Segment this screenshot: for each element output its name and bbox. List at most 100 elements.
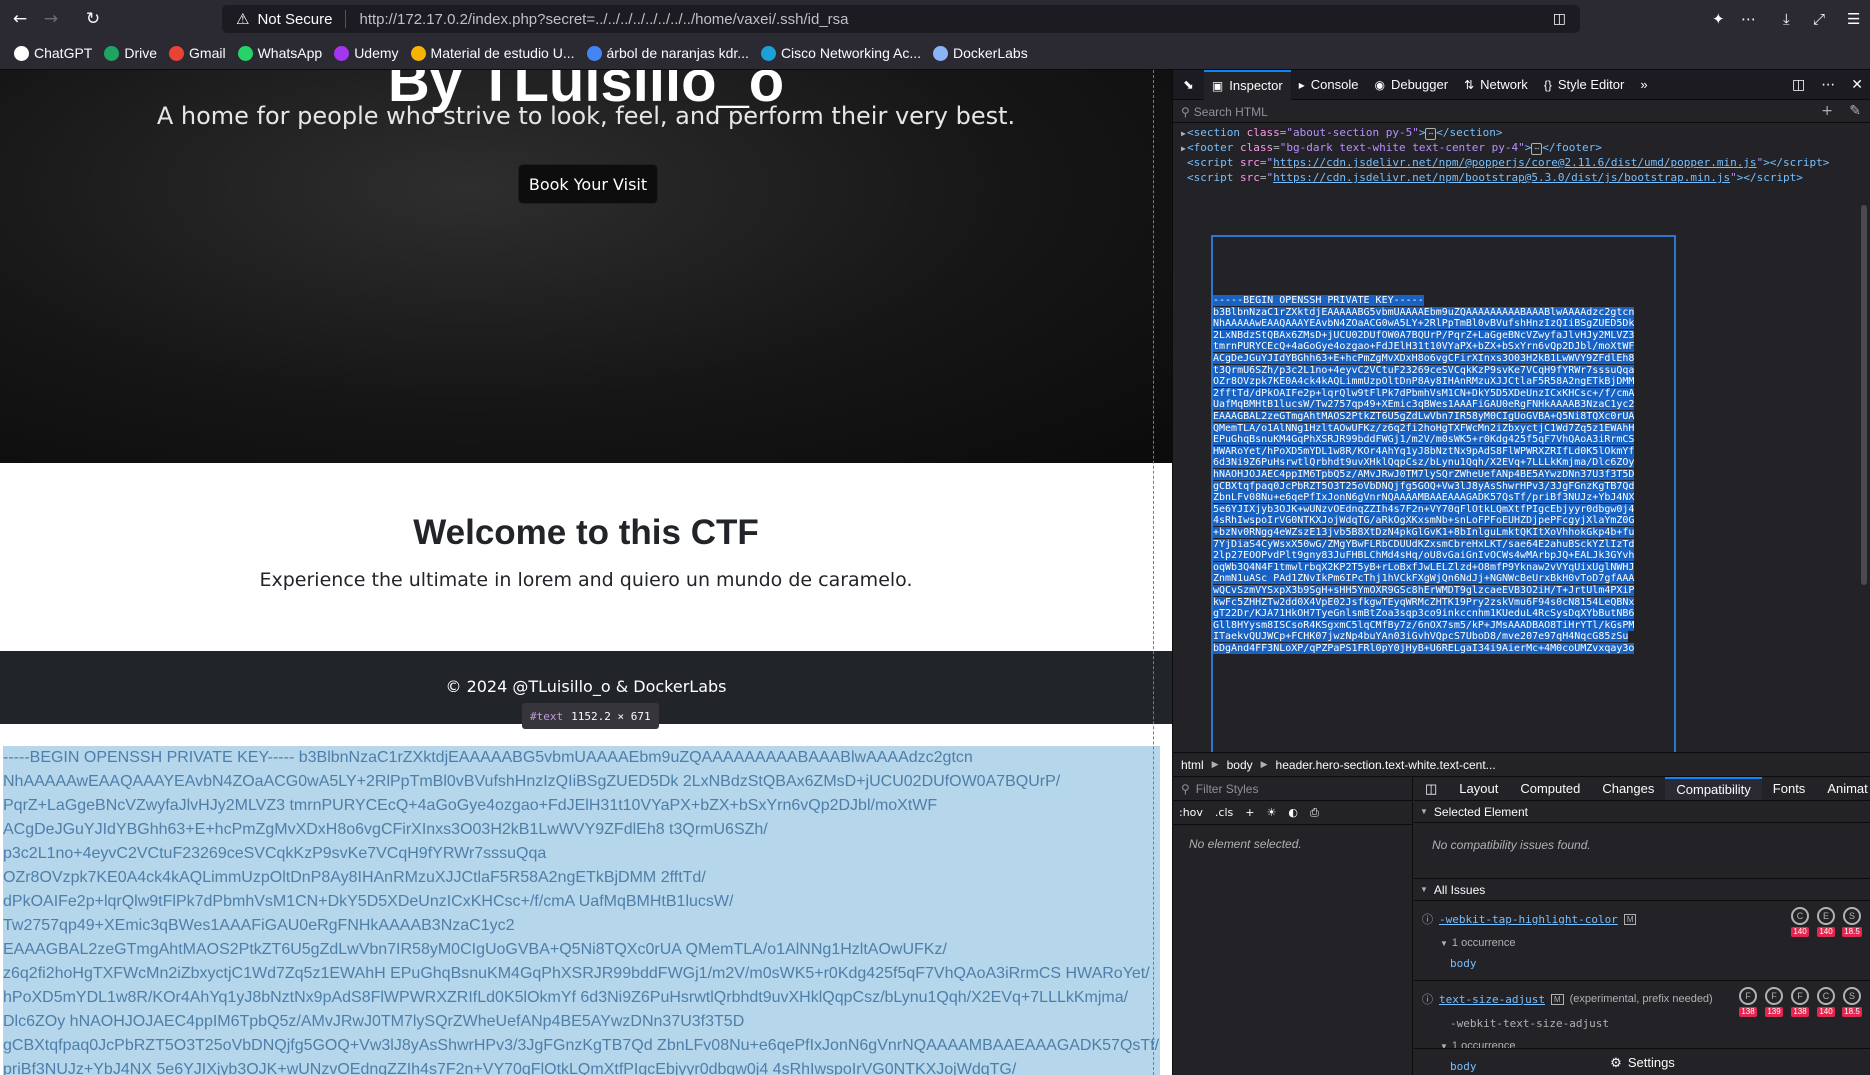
issue-property-link[interactable]: text-size-adjust xyxy=(1439,993,1545,1006)
html-search-bar[interactable]: ⚲ Search HTML + ✎ xyxy=(1173,101,1870,123)
selected-element-title: Selected Element xyxy=(1433,804,1528,819)
bookmark-item[interactable]: WhatsApp xyxy=(237,45,323,61)
settings-button[interactable]: ⚙ Settings xyxy=(1414,1048,1870,1075)
browser-support-item[interactable]: E 140 xyxy=(1815,907,1837,937)
book-visit-button[interactable]: Book Your Visit xyxy=(518,164,658,204)
back-button[interactable]: ← xyxy=(6,5,34,33)
markup-row-footer[interactable]: ▶<footer class="bg-dark text-white text-… xyxy=(1173,141,1859,156)
welcome-subtitle: Experience the ultimate in lorem and qui… xyxy=(259,569,913,591)
all-issues-header[interactable]: ▼ All Issues xyxy=(1414,879,1870,901)
dark-scheme-icon[interactable]: ◐ xyxy=(1288,806,1298,819)
dock-icon[interactable]: ◫ xyxy=(1792,77,1805,93)
issue-note: (experimental, prefix needed) xyxy=(1569,993,1713,1005)
breadcrumb-item[interactable]: html xyxy=(1173,758,1212,772)
devtools-menu-icon[interactable]: ⋯ xyxy=(1821,77,1835,93)
breadcrumb-item[interactable]: body xyxy=(1219,758,1261,772)
address-bar[interactable]: ⚠ Not Secure http://172.17.0.2/index.php… xyxy=(222,5,1580,33)
style-editor-icon: {} xyxy=(1543,77,1552,92)
hero-section: By TLuisillo_o A home for people who str… xyxy=(0,70,1172,463)
popper-script-link[interactable]: https://cdn.jsdelivr.net/npm/@popperjs/c… xyxy=(1273,156,1756,169)
toggle-panel-icon[interactable]: ◫ xyxy=(1414,777,1448,800)
browser-support-item[interactable]: F 138 xyxy=(1789,987,1811,1017)
print-media-icon[interactable]: ⎙ xyxy=(1310,806,1319,820)
app-menu-icon[interactable]: ☰ xyxy=(1847,0,1860,37)
bookmark-item[interactable]: Cisco Networking Ac... xyxy=(760,45,921,61)
tab-debugger[interactable]: ◉ Debugger xyxy=(1366,70,1456,100)
private-key-text[interactable]: -----BEGIN OPENSSH PRIVATE KEY----- b3Bl… xyxy=(3,746,1168,1075)
bookmark-item[interactable]: Material de estudio U... xyxy=(410,45,575,61)
bookmark-label: DockerLabs xyxy=(953,45,1028,61)
cisco-icon xyxy=(760,45,776,61)
eyedropper-icon[interactable]: ✎ xyxy=(1849,103,1861,119)
tab-fonts[interactable]: Fonts xyxy=(1762,777,1817,800)
add-rule-icon[interactable]: + xyxy=(1245,806,1254,819)
extensions-icon[interactable]: ✦ xyxy=(1712,0,1725,37)
bookmark-item[interactable]: DockerLabs xyxy=(933,45,1028,61)
mdn-link-icon[interactable]: M xyxy=(1623,913,1637,925)
url-text[interactable]: http://172.17.0.2/index.php?secret=../..… xyxy=(360,11,849,28)
add-node-icon[interactable]: + xyxy=(1821,103,1833,119)
expand-triangle-icon[interactable]: ▶ xyxy=(1173,129,1187,138)
tab-style-editor[interactable]: {} Style Editor xyxy=(1536,70,1633,100)
selected-text-node[interactable]: -----BEGIN OPENSSH PRIVATE KEY----- b3Blb… xyxy=(1211,235,1676,752)
menu-dots-icon[interactable]: ⋯ xyxy=(1741,0,1756,37)
text-node-line: t3QrmU6SZh/p3c2L1no+4eyvC2VCtuF23269ceSV… xyxy=(1213,364,1674,377)
mdn-link-icon[interactable]: M xyxy=(1550,993,1564,1005)
search-html-input[interactable]: Search HTML xyxy=(1194,105,1268,119)
tab-changes[interactable]: Changes xyxy=(1591,777,1665,800)
downloads-icon[interactable]: ⤓ xyxy=(1783,0,1790,37)
forward-button[interactable]: → xyxy=(37,5,65,33)
tab-animat[interactable]: Animat xyxy=(1816,777,1870,800)
markup-scrollbar[interactable] xyxy=(1861,205,1867,585)
tab-compatibility[interactable]: Compatibility xyxy=(1665,777,1762,800)
safari-icon: S xyxy=(1843,987,1861,1005)
markup-row-section[interactable]: ▶<section class="about-section py-5"> ⋯ </… xyxy=(1173,126,1859,141)
breadcrumb-item[interactable]: header.hero-section.text-white.text-cent… xyxy=(1268,758,1504,772)
text-node-line: ITaekvQUJWCp+FCHK07jwzNp4buYAn03iGvhVQpc… xyxy=(1213,631,1674,643)
light-scheme-icon[interactable]: ☀ xyxy=(1266,806,1276,819)
close-devtools-icon[interactable]: ✕ xyxy=(1851,77,1863,93)
reload-button[interactable]: ↻ xyxy=(79,5,107,33)
tab-computed[interactable]: Computed xyxy=(1509,777,1591,800)
bookmark-item[interactable]: ChatGPT xyxy=(14,45,92,61)
browser-support-item[interactable]: F 138 xyxy=(1737,987,1759,1017)
key-line: PqrZ+LaGgeBNcVZwyfaJlvHJy2MLVZ3 tmrnPURY… xyxy=(3,797,938,814)
bookmark-item[interactable]: Udemy xyxy=(334,45,399,61)
bookmark-label: WhatsApp xyxy=(257,45,323,61)
more-tabs-icon[interactable]: » xyxy=(1632,70,1655,100)
bookmark-item[interactable]: Gmail xyxy=(169,45,226,61)
selected-element-header[interactable]: ▼ Selected Element xyxy=(1414,801,1870,823)
bookmark-item[interactable]: Drive xyxy=(104,45,157,61)
browser-support-item[interactable]: S 18.5 xyxy=(1841,907,1863,937)
markup-row-script-popper[interactable]: <script src="https://cdn.jsdelivr.net/np… xyxy=(1173,156,1859,171)
tab-label: Inspector xyxy=(1229,78,1283,93)
bootstrap-script-link[interactable]: https://cdn.jsdelivr.net/npm/bootstrap@5… xyxy=(1273,171,1730,184)
browser-support-item[interactable]: C 140 xyxy=(1815,987,1837,1017)
browser-support-item[interactable]: F 139 xyxy=(1763,987,1785,1017)
browser-support-item[interactable]: C 140 xyxy=(1789,907,1811,937)
tab-network[interactable]: ⇅ Network xyxy=(1456,70,1536,100)
hov-toggle[interactable]: :hov xyxy=(1179,806,1203,819)
text-node-line: gCBXtqfpaq0JcPbRZT5O3T25oVbDNQjfg5GOQ+Vw… xyxy=(1213,480,1674,493)
issue-property-link[interactable]: -webkit-tap-highlight-color xyxy=(1439,913,1618,926)
fullscreen-icon[interactable]: ⤢ xyxy=(1813,0,1825,37)
text-node-line: +bzNv0RNgg4eWZszE13jvb5B8XtDzN4pkGlGvK1+… xyxy=(1213,527,1674,539)
collapsed-content-badge[interactable]: ⋯ xyxy=(1531,143,1543,155)
expand-triangle-icon[interactable]: ▶ xyxy=(1173,144,1187,153)
filter-styles-input[interactable]: ⚲ Filter Styles xyxy=(1173,777,1412,801)
cls-toggle[interactable]: .cls xyxy=(1215,806,1233,819)
browser-support-item[interactable]: S 18.5 xyxy=(1841,987,1863,1017)
not-secure-label[interactable]: Not Secure xyxy=(257,11,332,28)
devtools-controls: ◫ ⋯ ✕ xyxy=(1792,70,1863,100)
issue-node-link[interactable]: body xyxy=(1450,957,1863,970)
tab-layout[interactable]: Layout xyxy=(1448,777,1509,800)
element-picker-icon[interactable]: ⬊ xyxy=(1173,70,1204,100)
tab-console[interactable]: ▸ Console xyxy=(1291,70,1367,100)
bookmark-item[interactable]: árbol de naranjas kdr... xyxy=(586,45,749,61)
tab-label: Style Editor xyxy=(1557,77,1625,92)
collapsed-content-badge[interactable]: ⋯ xyxy=(1425,128,1437,140)
tab-inspector[interactable]: ▣ Inspector xyxy=(1203,69,1291,100)
reader-view-icon[interactable]: ◫ xyxy=(1553,11,1566,27)
markup-row-script-bootstrap[interactable]: <script src="https://cdn.jsdelivr.net/np… xyxy=(1173,171,1859,186)
occurrence-toggle[interactable]: ▼ 1 occurrence xyxy=(1440,937,1863,949)
